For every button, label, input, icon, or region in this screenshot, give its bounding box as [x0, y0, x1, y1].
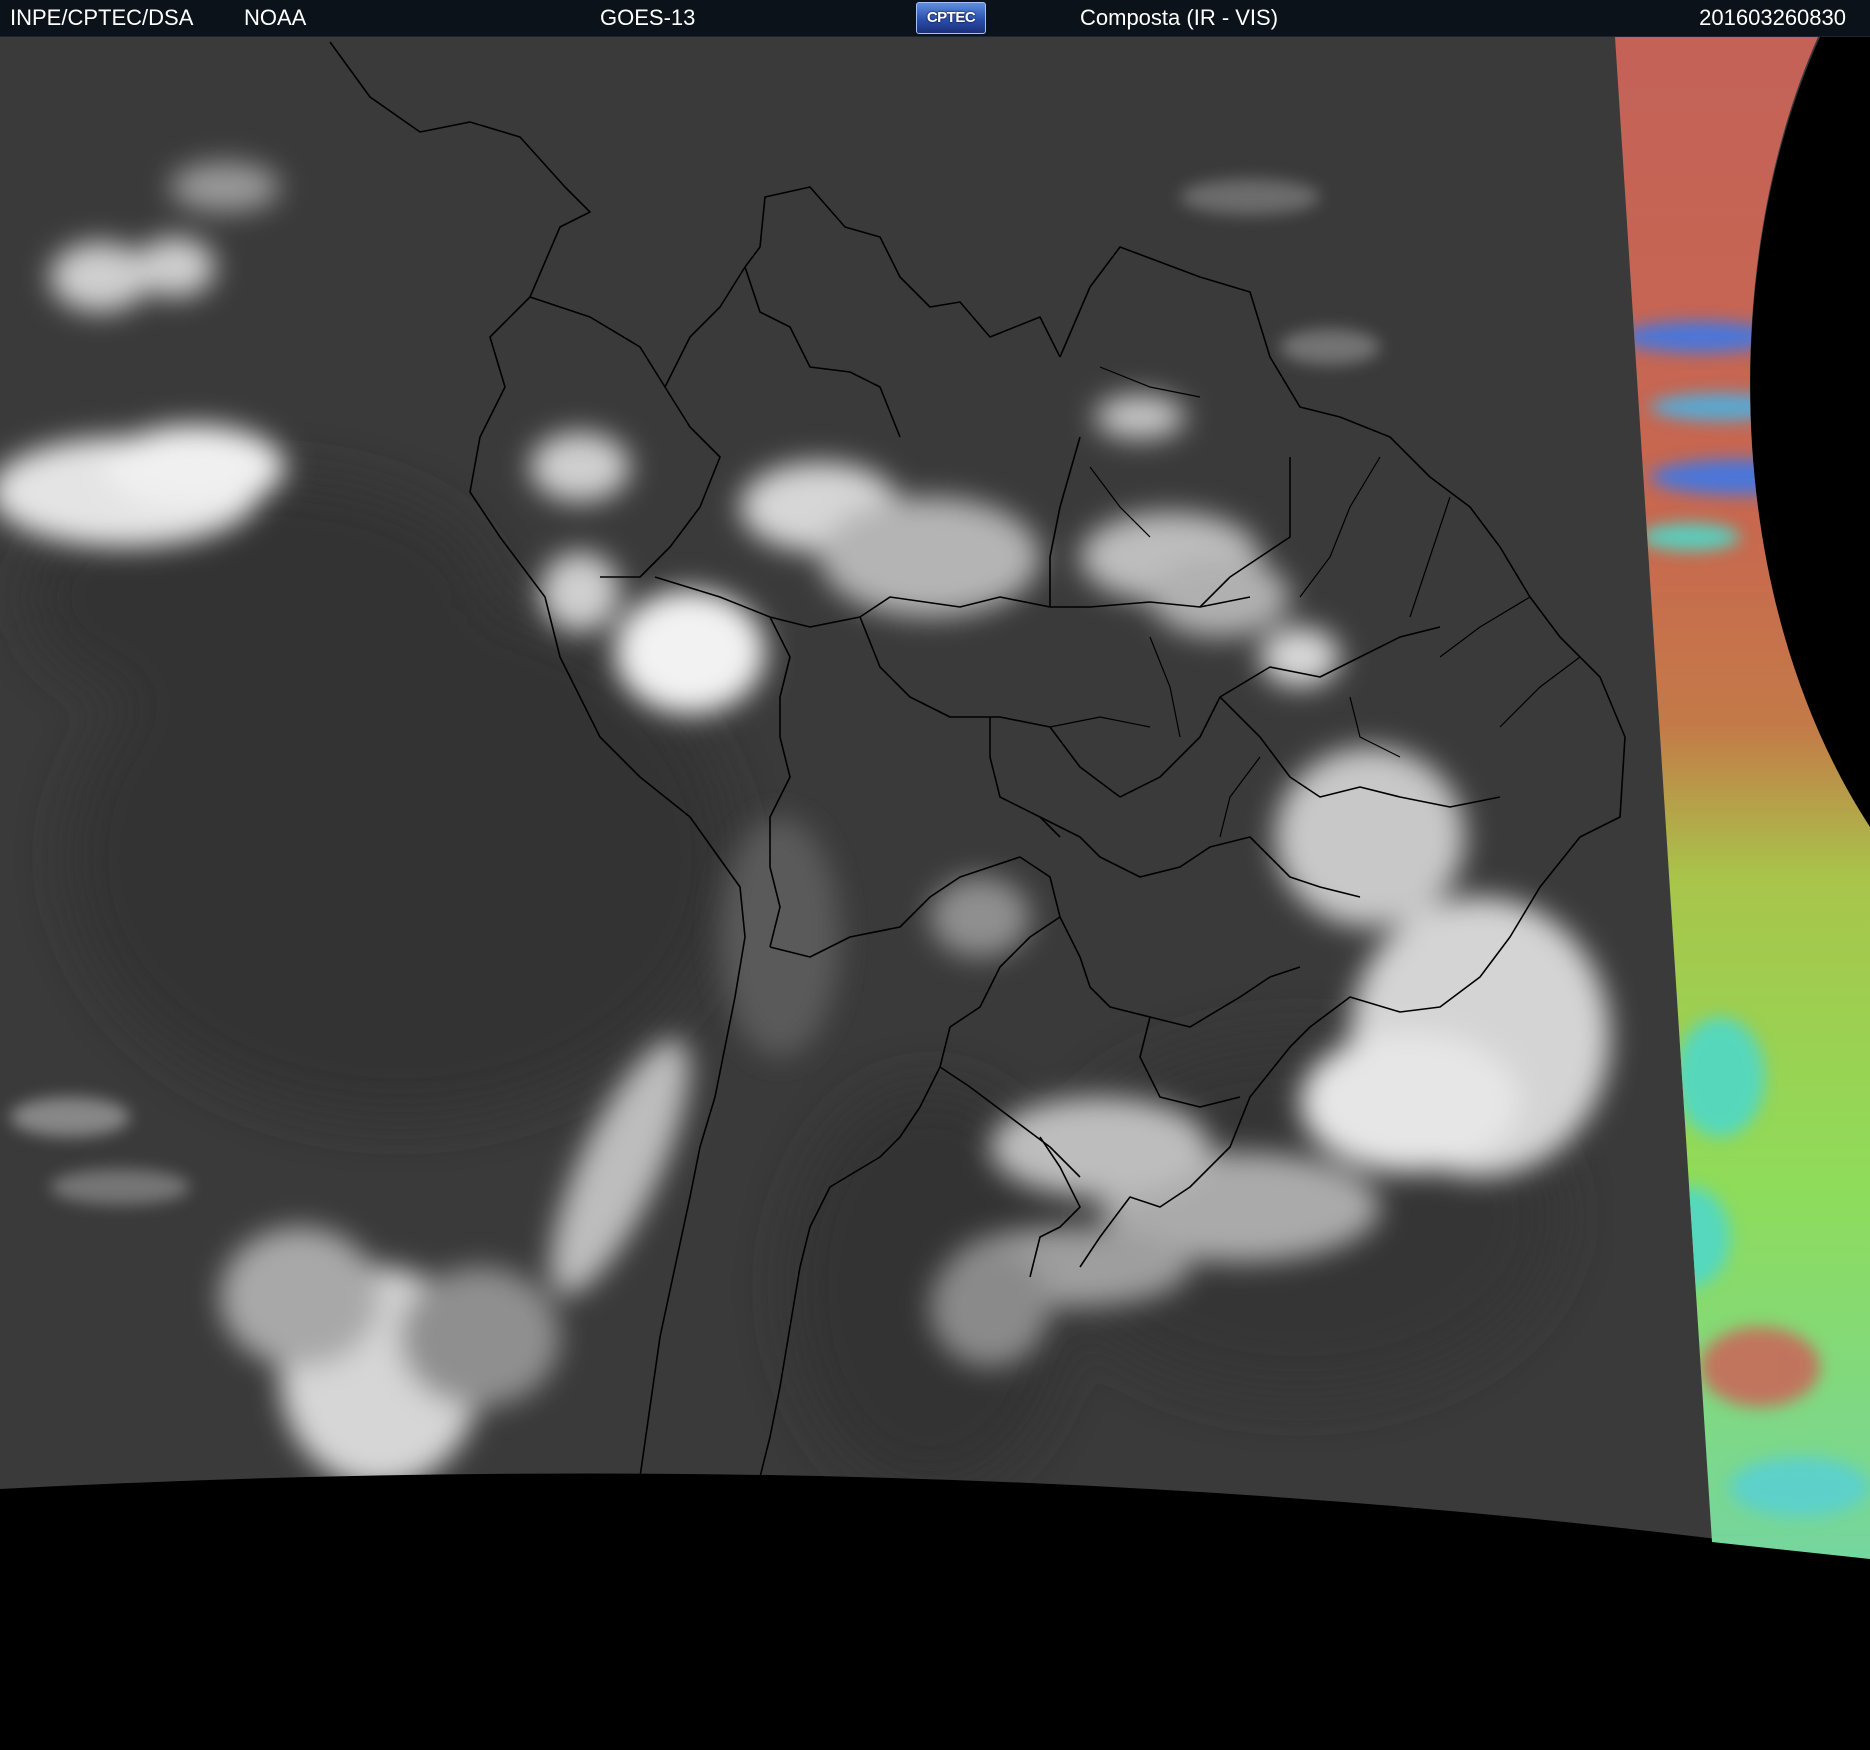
image-header-bar: INPE/CPTEC/DSA NOAA GOES-13 CPTEC Compos…: [0, 0, 1870, 37]
product-label: Composta (IR - VIS): [1080, 5, 1279, 30]
timestamp-label: 201603260830: [1699, 5, 1846, 30]
logo-text: CPTEC: [926, 9, 976, 26]
cptec-logo-icon: CPTEC: [916, 2, 986, 34]
satellite-image: [0, 37, 1870, 1750]
satellite-label: GOES-13: [600, 5, 696, 30]
institution-label: INPE/CPTEC/DSA: [10, 5, 194, 30]
agency-label: NOAA: [244, 5, 307, 30]
satellite-composite: [0, 37, 1870, 1750]
